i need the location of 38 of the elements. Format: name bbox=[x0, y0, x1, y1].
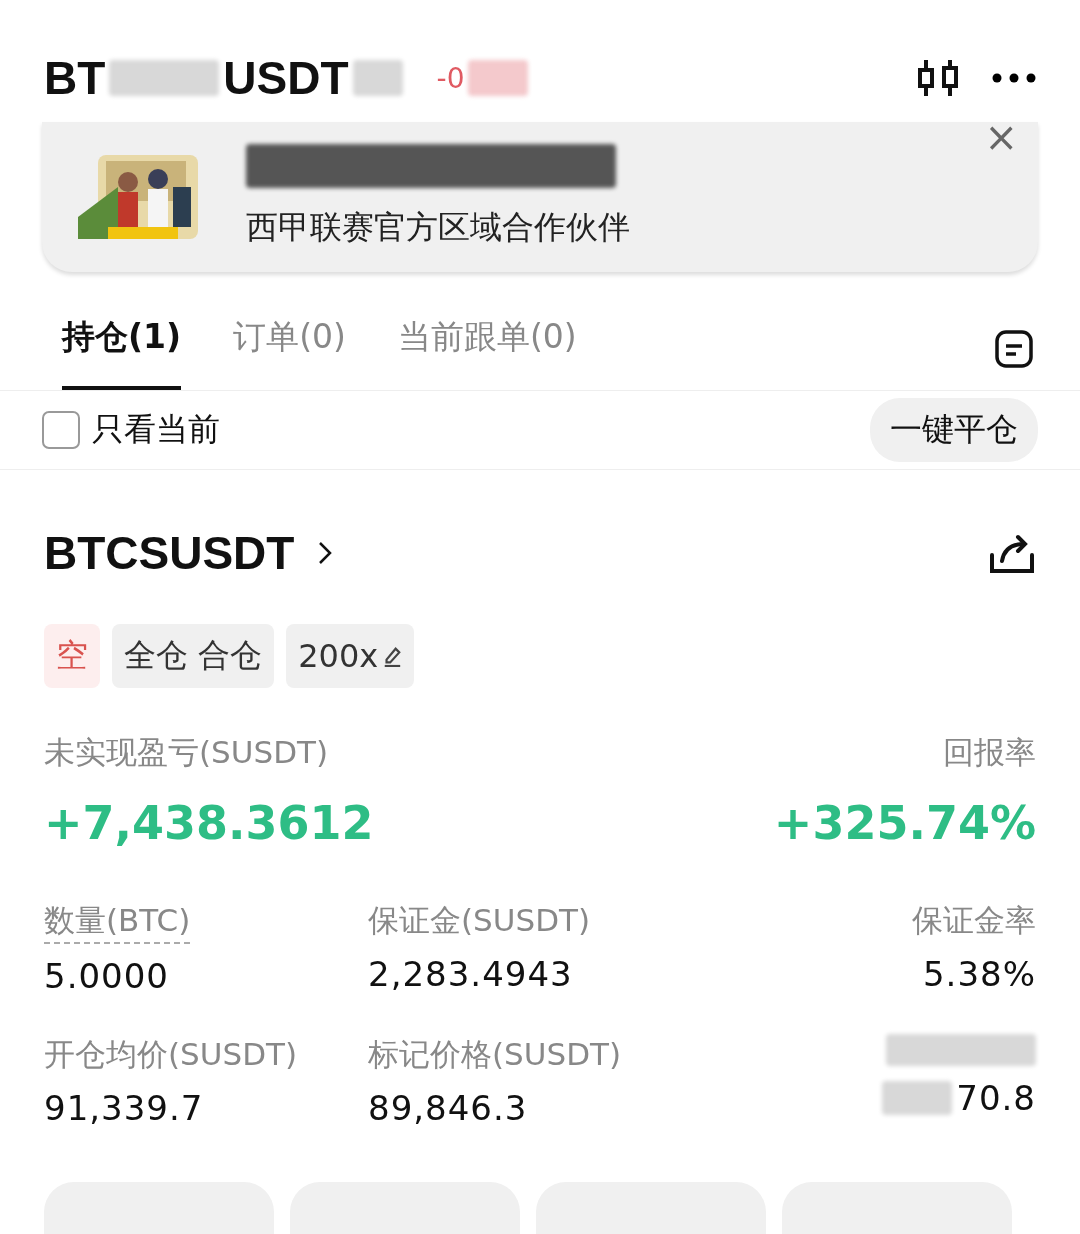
more-icon[interactable] bbox=[992, 73, 1036, 83]
stat-label: 标记价格(SUSDT) bbox=[368, 1035, 622, 1074]
stat-label: 数量(BTC) bbox=[44, 900, 191, 944]
blurred-area bbox=[352, 60, 403, 96]
banner-subtitle: 西甲联赛官方区域合作伙伴 bbox=[246, 207, 630, 248]
tab[interactable]: 持仓(1) bbox=[62, 308, 182, 390]
pnl-label: 未实现盈亏(SUSDT) bbox=[44, 733, 330, 772]
stat-label: 保证金(SUSDT) bbox=[368, 901, 591, 940]
close-all-button[interactable]: 一键平仓 bbox=[870, 398, 1038, 462]
leverage-tag[interactable]: 200x bbox=[286, 624, 415, 688]
edit-icon[interactable] bbox=[382, 645, 403, 667]
margin-mode-tag: 全仓 合仓 bbox=[112, 624, 275, 688]
stat-value: 89,846.3 bbox=[368, 1088, 529, 1128]
checkbox-label: 只看当前 bbox=[92, 409, 220, 450]
stat-value: 91,339.7 bbox=[44, 1088, 205, 1128]
tab[interactable]: 当前跟单(0) bbox=[397, 308, 577, 390]
blurred-area bbox=[882, 1081, 953, 1115]
chevron-right-icon[interactable] bbox=[318, 541, 333, 565]
stat-value: 2,283.4943 bbox=[368, 954, 574, 994]
candlestick-icon[interactable] bbox=[916, 58, 960, 98]
price-change: -0 bbox=[436, 61, 465, 95]
stat-value: 5.38% bbox=[923, 954, 1036, 994]
roe-value: +325.74% bbox=[773, 796, 1036, 850]
roe-label: 回报率 bbox=[943, 733, 1036, 772]
document-icon[interactable] bbox=[994, 329, 1034, 369]
blurred-area bbox=[468, 60, 529, 96]
stat-value: 70.8 bbox=[956, 1078, 1036, 1118]
stat-label: 保证金率 bbox=[912, 901, 1036, 940]
pair-title: BT bbox=[44, 51, 106, 105]
symbol-title: BTCSUSDT bbox=[44, 526, 295, 580]
checkbox[interactable] bbox=[42, 411, 80, 449]
stat-label: 开仓均价(SUSDT) bbox=[44, 1035, 298, 1074]
tab[interactable]: 订单(0) bbox=[233, 308, 346, 390]
promo-banner[interactable]: 西甲联赛官方区域合作伙伴 × bbox=[42, 122, 1038, 272]
pnl-value: +7,438.3612 bbox=[44, 796, 374, 850]
stat-value: 5.0000 bbox=[44, 956, 170, 996]
short-tag: 空 bbox=[44, 624, 100, 688]
pair-title: USDT bbox=[223, 51, 349, 105]
